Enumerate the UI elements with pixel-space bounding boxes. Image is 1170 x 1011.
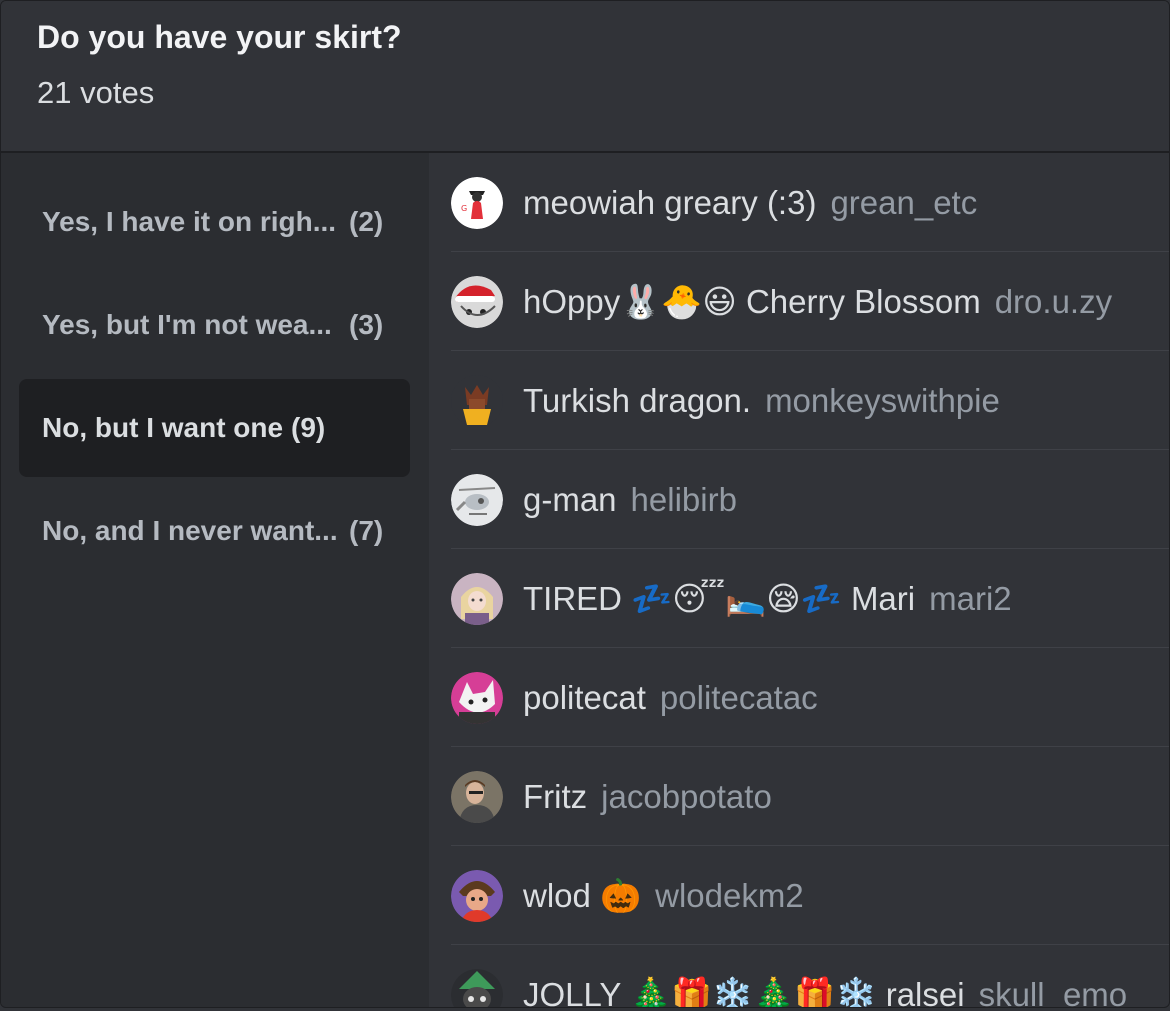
voter-row[interactable]: politecat politecatac <box>451 648 1169 747</box>
voter-name: meowiah greary (:3) grean_etc <box>523 153 977 252</box>
poll-question: Do you have your skirt? <box>37 19 402 55</box>
option-count: (2) <box>349 206 384 237</box>
option-label: Yes, but I'm not wea... <box>42 309 332 340</box>
display-name: TIRED 💤😴🛌😪💤 Mari <box>523 580 916 617</box>
anime-girl-avatar-icon[interactable] <box>451 573 503 625</box>
display-name: Turkish dragon. <box>523 382 752 419</box>
voter-name: politecat politecatac <box>523 648 818 747</box>
svg-text:G: G <box>461 204 467 213</box>
options-sidebar: Yes, I have it on righ... (2) Yes, but I… <box>1 153 429 1007</box>
display-name: wlod 🎃 <box>523 877 642 914</box>
voter-name: TIRED 💤😴🛌😪💤 Mari mari2 <box>523 549 1012 648</box>
option-label: Yes, I have it on righ... <box>42 206 337 237</box>
option-label: No, but I want one <box>42 412 284 443</box>
poll-header: Do you have your skirt? 21 votes <box>1 1 1169 153</box>
display-name: hOppy🐰🐣😃 Cherry Blossom <box>523 283 981 320</box>
username: monkeyswithpie <box>765 382 1000 419</box>
voter-row[interactable]: wlod 🎃 wlodekm2 <box>451 846 1169 945</box>
display-name: Fritz <box>523 778 588 815</box>
helicopter-avatar-icon[interactable] <box>451 474 503 526</box>
cartoon-avatar-icon[interactable] <box>451 870 503 922</box>
poll-results-modal: Do you have your skirt? 21 votes Yes, I … <box>0 0 1170 1008</box>
option-no-want-one[interactable]: No, but I want one (9) <box>19 379 410 477</box>
voter-row[interactable]: TIRED 💤😴🛌😪💤 Mari mari2 <box>451 549 1169 648</box>
photo-avatar-icon[interactable] <box>451 771 503 823</box>
username: grean_etc <box>830 184 978 221</box>
dragon-avatar-icon[interactable] <box>451 375 503 427</box>
display-name: meowiah greary (:3) <box>523 184 817 221</box>
voter-row[interactable]: g-man helibirb <box>451 450 1169 549</box>
display-name: JOLLY 🎄🎁❄️🎄🎁❄️ ralsei <box>523 976 965 1008</box>
voter-row[interactable]: G meowiah greary (:3) grean_etc <box>451 153 1169 252</box>
display-name: g-man <box>523 481 617 518</box>
username: politecatac <box>659 679 818 716</box>
voter-name: Turkish dragon. monkeyswithpie <box>523 351 1000 450</box>
voter-name: JOLLY 🎄🎁❄️🎄🎁❄️ ralsei skull_emo <box>523 945 1128 1008</box>
voter-row[interactable]: Turkish dragon. monkeyswithpie <box>451 351 1169 450</box>
voter-name: wlod 🎃 wlodekm2 <box>523 846 804 945</box>
username: jacobpotato <box>601 778 772 815</box>
username: wlodekm2 <box>655 877 804 914</box>
username: skull_emo <box>978 976 1128 1008</box>
voter-row[interactable]: JOLLY 🎄🎁❄️🎄🎁❄️ ralsei skull_emo <box>451 945 1169 1008</box>
red-cat-avatar-icon[interactable]: G <box>451 177 503 229</box>
voter-row[interactable]: hOppy🐰🐣😃 Cherry Blossom dro.u.zy <box>451 252 1169 351</box>
voter-list[interactable]: G meowiah greary (:3) grean_etc hOppy🐰🐣😃… <box>429 153 1169 1008</box>
option-label: No, and I never want... <box>42 515 338 546</box>
option-count: (7) <box>349 515 384 546</box>
voter-name: g-man helibirb <box>523 450 737 549</box>
username: helibirb <box>630 481 737 518</box>
voter-row[interactable]: Fritz jacobpotato <box>451 747 1169 846</box>
santa-hat-avatar-icon[interactable] <box>451 276 503 328</box>
voter-name: Fritz jacobpotato <box>523 747 772 846</box>
username: mari2 <box>929 580 1012 617</box>
option-yes-not-wearing[interactable]: Yes, but I'm not wea... (3) <box>19 276 410 374</box>
ralsei-avatar-icon[interactable] <box>451 969 503 1007</box>
option-count: (3) <box>349 309 384 340</box>
username: dro.u.zy <box>994 283 1113 320</box>
display-name: politecat <box>523 679 646 716</box>
voter-name: hOppy🐰🐣😃 Cherry Blossom dro.u.zy <box>523 252 1112 351</box>
option-count: (9) <box>291 412 326 443</box>
option-yes-have-it-on[interactable]: Yes, I have it on righ... (2) <box>19 173 410 271</box>
vote-total: 21 votes <box>37 75 155 110</box>
option-no-never-want[interactable]: No, and I never want... (7) <box>19 482 410 580</box>
pink-cat-avatar-icon[interactable] <box>451 672 503 724</box>
